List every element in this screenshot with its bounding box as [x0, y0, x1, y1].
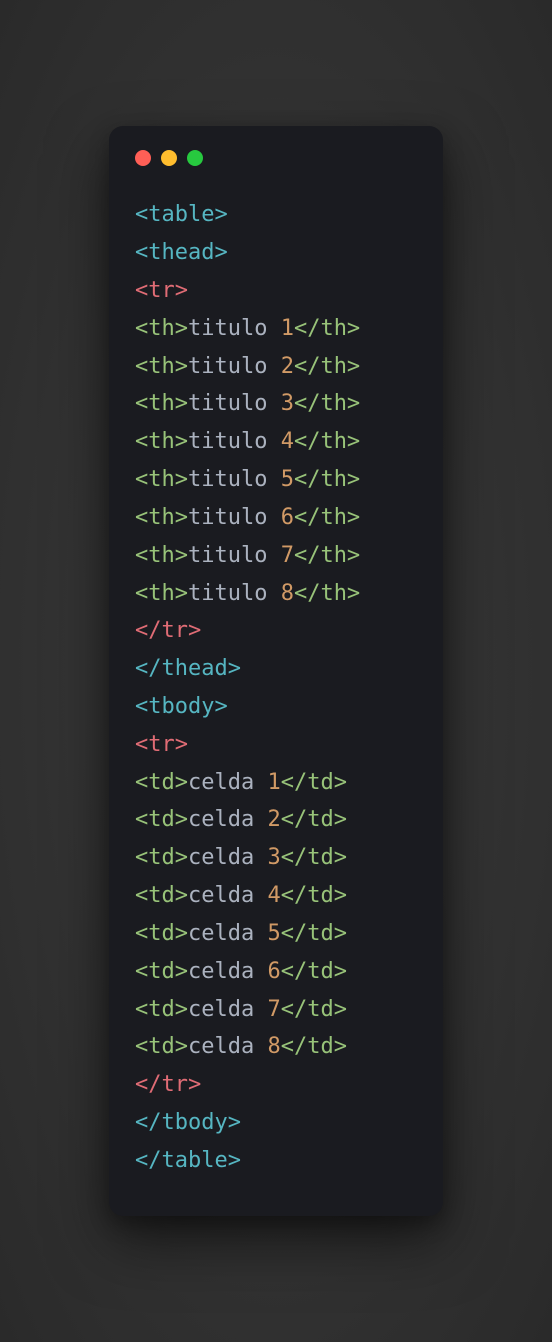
tag-td-open: <td> — [135, 770, 188, 795]
td-text: celda — [188, 921, 267, 946]
tag-td-open: <td> — [135, 959, 188, 984]
th-text: titulo — [188, 505, 281, 530]
tag-thead-close: </thead> — [135, 656, 241, 681]
tag-td-open: <td> — [135, 1034, 188, 1059]
td-text: celda — [188, 959, 267, 984]
tag-td-close: </td> — [281, 921, 347, 946]
td-num: 6 — [267, 959, 280, 984]
th-num: 6 — [281, 505, 294, 530]
th-text: titulo — [188, 316, 281, 341]
tag-th-open: <th> — [135, 429, 188, 454]
th-text: titulo — [188, 581, 281, 606]
tag-th-open: <th> — [135, 391, 188, 416]
tag-th-close: </th> — [294, 581, 360, 606]
tag-th-open: <th> — [135, 354, 188, 379]
tag-td-open: <td> — [135, 807, 188, 832]
td-num: 8 — [267, 1034, 280, 1059]
tag-td-open: <td> — [135, 883, 188, 908]
th-num: 2 — [281, 354, 294, 379]
maximize-icon[interactable] — [187, 150, 203, 166]
th-num: 5 — [281, 467, 294, 492]
tag-td-close: </td> — [281, 770, 347, 795]
th-text: titulo — [188, 354, 281, 379]
tag-td-open: <td> — [135, 997, 188, 1022]
th-num: 4 — [281, 429, 294, 454]
code-window: <table> <thead> <tr> <th>titulo 1</th> <… — [109, 126, 443, 1216]
tag-tbody-close: </tbody> — [135, 1110, 241, 1135]
tag-td-close: </td> — [281, 1034, 347, 1059]
tag-td-close: </td> — [281, 997, 347, 1022]
tag-tr-open: <tr> — [135, 732, 188, 757]
tag-th-close: </th> — [294, 467, 360, 492]
tag-th-close: </th> — [294, 391, 360, 416]
th-text: titulo — [188, 391, 281, 416]
tag-th-open: <th> — [135, 581, 188, 606]
td-text: celda — [188, 997, 267, 1022]
tag-tbody-open: <tbody> — [135, 694, 228, 719]
tag-tr-open: <tr> — [135, 278, 188, 303]
tag-table-open: <table> — [135, 202, 228, 227]
th-num: 7 — [281, 543, 294, 568]
tag-td-close: </td> — [281, 845, 347, 870]
tag-th-close: </th> — [294, 316, 360, 341]
tag-th-open: <th> — [135, 543, 188, 568]
th-text: titulo — [188, 429, 281, 454]
tag-td-open: <td> — [135, 845, 188, 870]
tag-td-close: </td> — [281, 959, 347, 984]
tag-th-close: </th> — [294, 543, 360, 568]
td-text: celda — [188, 1034, 267, 1059]
window-controls — [135, 150, 417, 166]
tag-tr-close: </tr> — [135, 618, 201, 643]
td-num: 4 — [267, 883, 280, 908]
th-num: 8 — [281, 581, 294, 606]
minimize-icon[interactable] — [161, 150, 177, 166]
tag-td-open: <td> — [135, 921, 188, 946]
td-text: celda — [188, 883, 267, 908]
td-text: celda — [188, 807, 267, 832]
tag-th-open: <th> — [135, 467, 188, 492]
tag-th-close: </th> — [294, 505, 360, 530]
close-icon[interactable] — [135, 150, 151, 166]
tag-th-open: <th> — [135, 316, 188, 341]
tag-td-close: </td> — [281, 883, 347, 908]
code-block: <table> <thead> <tr> <th>titulo 1</th> <… — [135, 196, 417, 1180]
td-num: 2 — [267, 807, 280, 832]
tag-thead-open: <thead> — [135, 240, 228, 265]
th-text: titulo — [188, 543, 281, 568]
th-num: 1 — [281, 316, 294, 341]
td-text: celda — [188, 845, 267, 870]
td-num: 5 — [267, 921, 280, 946]
th-num: 3 — [281, 391, 294, 416]
td-num: 3 — [267, 845, 280, 870]
tag-tr-close: </tr> — [135, 1072, 201, 1097]
td-num: 7 — [267, 997, 280, 1022]
tag-th-close: </th> — [294, 354, 360, 379]
tag-td-close: </td> — [281, 807, 347, 832]
tag-th-open: <th> — [135, 505, 188, 530]
tag-th-close: </th> — [294, 429, 360, 454]
td-num: 1 — [267, 770, 280, 795]
th-text: titulo — [188, 467, 281, 492]
tag-table-close: </table> — [135, 1148, 241, 1173]
td-text: celda — [188, 770, 267, 795]
